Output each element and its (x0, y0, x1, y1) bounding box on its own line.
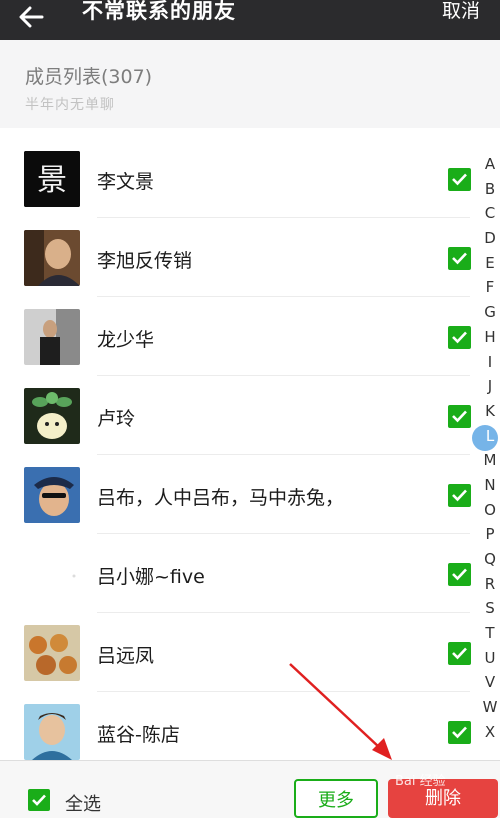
contact-row[interactable]: 吕布，人中吕布，马中赤兔， (0, 456, 471, 534)
index-letter-h[interactable]: H (480, 325, 500, 350)
index-letter-q[interactable]: Q (480, 547, 500, 572)
select-all-checkbox[interactable] (28, 789, 50, 811)
index-letter-x[interactable]: X (480, 720, 500, 745)
contact-name: 吕小娜~five (97, 566, 205, 588)
svg-text:景: 景 (37, 163, 67, 198)
contact-name: 卢玲 (97, 408, 136, 430)
checkbox-checked[interactable] (448, 721, 471, 744)
index-letter-g[interactable]: G (480, 300, 500, 325)
checkmark-icon (452, 173, 467, 186)
index-letter-u[interactable]: U (480, 646, 500, 671)
avatar (24, 230, 80, 286)
contact-name: 李文景 (97, 171, 155, 193)
index-letter-w[interactable]: W (480, 695, 500, 720)
index-letter-n[interactable]: N (480, 473, 500, 498)
checkbox-checked[interactable] (448, 642, 471, 665)
divider (97, 217, 470, 218)
member-list-header: 成员列表(307) 半年内无单聊 (0, 40, 500, 128)
avatar (24, 546, 80, 602)
index-letter-e[interactable]: E (480, 251, 500, 276)
contact-name: 蓝谷-陈店 (97, 724, 180, 746)
divider (97, 375, 470, 376)
contact-row[interactable]: 卢玲 (0, 377, 471, 455)
contact-name: 吕布，人中吕布，马中赤兔， (97, 487, 345, 509)
index-letter-r[interactable]: R (480, 572, 500, 597)
avatar (24, 625, 80, 681)
index-letter-o[interactable]: O (480, 498, 500, 523)
index-letter-f[interactable]: F (480, 275, 500, 300)
checkbox-checked[interactable] (448, 247, 471, 270)
cancel-button[interactable]: 取消 (442, 0, 480, 22)
avatar: 景 (24, 151, 80, 207)
divider (97, 533, 470, 534)
page-title: 不常联系的朋友 (82, 0, 236, 23)
checkbox-checked[interactable] (448, 326, 471, 349)
index-letter-m[interactable]: M (480, 448, 500, 473)
checkmark-icon (452, 568, 467, 581)
contact-row[interactable]: 吕小娜~five (0, 535, 471, 613)
back-arrow-icon[interactable] (18, 6, 44, 28)
index-letter-l[interactable]: L (480, 424, 500, 449)
avatar (24, 704, 80, 760)
contact-name: 李旭反传销 (97, 250, 193, 272)
checkbox-checked[interactable] (448, 484, 471, 507)
avatar (24, 467, 80, 523)
contact-row[interactable]: 龙少华 (0, 298, 471, 376)
contact-name: 龙少华 (97, 329, 155, 351)
contact-row[interactable]: 吕远凤 (0, 614, 471, 692)
index-letter-a[interactable]: A (480, 152, 500, 177)
divider (97, 454, 470, 455)
more-button[interactable]: 更多 (294, 779, 378, 818)
avatar (24, 309, 80, 365)
checkmark-icon (452, 726, 467, 739)
divider (97, 691, 470, 692)
checkbox-checked[interactable] (448, 563, 471, 586)
title-bar: 不常联系的朋友 取消 (0, 0, 500, 40)
checkmark-icon (452, 647, 467, 660)
member-count-label: 成员列表(307) (25, 66, 153, 88)
checkmark-icon (452, 252, 467, 265)
index-letter-s[interactable]: S (480, 596, 500, 621)
divider (97, 612, 470, 613)
avatar (24, 388, 80, 444)
index-letter-v[interactable]: V (480, 670, 500, 695)
index-letter-b[interactable]: B (480, 177, 500, 202)
select-all-label[interactable]: 全选 (65, 790, 101, 816)
bottom-action-bar: 全选 更多 删除 (0, 760, 500, 818)
index-letter-p[interactable]: P (480, 522, 500, 547)
contact-row[interactable]: 景 李文景 (0, 140, 471, 218)
index-letter-t[interactable]: T (480, 621, 500, 646)
index-letter-c[interactable]: C (480, 201, 500, 226)
checkmark-icon (452, 410, 467, 423)
checkmark-icon (452, 331, 467, 344)
alphabet-index-bar[interactable]: ABCDEFGHIJKLMNOPQRSTUVWX (480, 152, 500, 745)
index-letter-i[interactable]: I (480, 350, 500, 375)
watermark: Bai 经验 (395, 774, 446, 789)
checkmark-icon (32, 794, 46, 806)
checkbox-checked[interactable] (448, 168, 471, 191)
checkmark-icon (452, 489, 467, 502)
index-letter-d[interactable]: D (480, 226, 500, 251)
checkbox-checked[interactable] (448, 405, 471, 428)
inactive-subtitle: 半年内无单聊 (25, 97, 115, 113)
contact-row[interactable]: 李旭反传销 (0, 219, 471, 297)
index-letter-j[interactable]: J (480, 374, 500, 399)
index-letter-k[interactable]: K (480, 399, 500, 424)
contact-name: 吕远凤 (97, 645, 155, 667)
divider (97, 296, 470, 297)
